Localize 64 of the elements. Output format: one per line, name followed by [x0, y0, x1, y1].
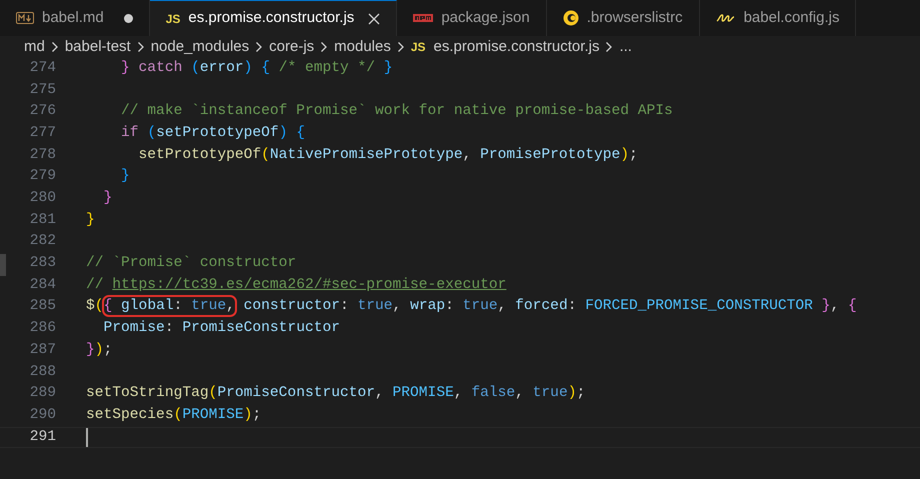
editor-tab[interactable]: babel.md — [0, 0, 150, 36]
chevron-right-icon — [136, 41, 145, 53]
breadcrumb-item[interactable]: es.promise.constructor.js — [434, 36, 600, 58]
editor-tab[interactable]: babel.config.js — [700, 0, 856, 36]
line-number: 281 — [28, 210, 56, 230]
code-line: // make `instanceof Promise` work for native promise-based APIs — [120, 102, 673, 122]
circle-logo-icon — [562, 10, 579, 26]
line-number: 289 — [28, 384, 56, 404]
breadcrumb-item[interactable]: core-js — [269, 36, 314, 58]
line-number: 283 — [28, 254, 56, 274]
tab-label: package.json — [441, 8, 530, 28]
line-number: 287 — [28, 340, 56, 360]
line-number: 275 — [28, 80, 56, 100]
line-number: 278 — [28, 146, 56, 165]
line-number: 279 — [28, 167, 56, 186]
breadcrumb-item[interactable]: modules — [334, 36, 391, 58]
tab-label: babel.config.js — [744, 8, 840, 28]
code-line: }); — [86, 340, 112, 360]
breadcrumb-item[interactable]: node_modules — [150, 36, 250, 58]
code-line: // https://tc39.es/ecma262/#sec-promise-executor — [86, 276, 506, 295]
tab-label: es.promise.constructor.js — [188, 8, 354, 28]
js-icon: JS — [410, 38, 426, 56]
npm-icon — [413, 14, 434, 22]
line-number: 280 — [28, 189, 56, 208]
breadcrumb-item[interactable]: md — [24, 36, 45, 58]
code-line: } — [102, 189, 112, 208]
scroll-marker — [0, 254, 6, 276]
editor-tab[interactable]: JS es.promise.constructor.js — [150, 0, 398, 36]
chevron-right-icon — [50, 41, 59, 53]
chevron-right-icon — [255, 41, 264, 53]
code-line: } — [120, 167, 130, 186]
code-line: } — [86, 210, 95, 230]
editor-tab[interactable]: package.json — [397, 0, 547, 36]
js-icon: JS — [166, 10, 180, 28]
tab-label: .browserslistrc — [586, 8, 683, 28]
breadcrumb-item[interactable]: babel-test — [64, 36, 131, 58]
code-line: $({ global: true, constructor: true, wrap: true, forced: FORCED_PROMISE_CONSTRUCTOR }, { — [86, 296, 857, 318]
tab-label: babel.md — [42, 8, 104, 28]
markdown-icon — [16, 12, 34, 24]
line-number: 277 — [28, 124, 56, 143]
line-number: 276 — [28, 102, 56, 122]
chevron-right-icon — [605, 41, 614, 53]
line-number: 290 — [28, 406, 56, 425]
chevron-right-icon — [396, 41, 405, 53]
code-line: // `Promise` constructor — [86, 254, 296, 274]
code-line: if (setPrototypeOf) { — [120, 124, 305, 143]
line-number: 291 — [28, 428, 56, 447]
line-number: 284 — [28, 276, 56, 295]
code-line: setToStringTag(PromiseConstructor, PROMISE, false, true); — [86, 384, 586, 404]
code-line: } catch (error) { /* empty */ } — [120, 58, 393, 78]
breadcrumb-item[interactable]: ... — [619, 36, 632, 58]
text-cursor — [86, 428, 88, 448]
line-number: 286 — [28, 319, 56, 338]
code-line: setPrototypeOf(NativePromisePrototype, PromisePrototype); — [138, 146, 638, 165]
line-number: 285 — [28, 297, 56, 316]
babel-logo-icon — [716, 12, 736, 24]
code-line: Promise: PromiseConstructor — [102, 319, 340, 338]
code-line: setSpecies(PROMISE); — [86, 406, 262, 425]
close-icon[interactable] — [368, 12, 380, 24]
chevron-right-icon — [320, 41, 328, 53]
line-number: 288 — [28, 362, 56, 382]
line-number: 274 — [28, 58, 56, 78]
editor-tab[interactable]: .browserslistrc — [546, 0, 700, 36]
line-number: 282 — [28, 232, 56, 252]
